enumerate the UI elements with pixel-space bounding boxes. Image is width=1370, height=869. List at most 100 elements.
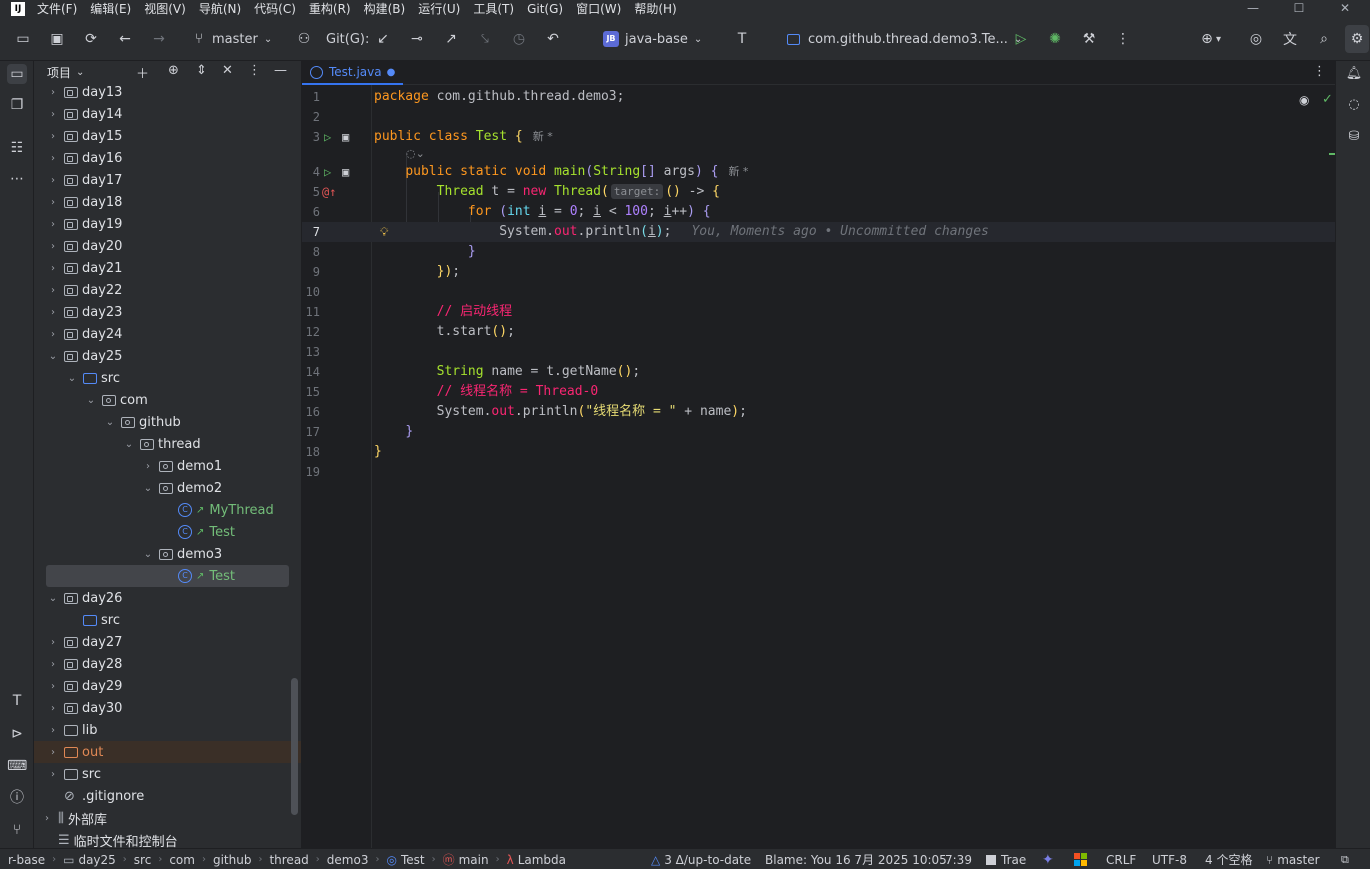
locate-icon[interactable]: ⊕ (168, 63, 179, 78)
menu-view[interactable]: 视图(V) (144, 0, 186, 17)
tree-item[interactable]: › src (34, 763, 289, 785)
chevron-right-icon[interactable]: › (46, 131, 60, 142)
stop-gutter-icon[interactable]: ▣ (342, 162, 349, 182)
code-line[interactable]: 13 (302, 342, 1336, 362)
chevron-down-icon[interactable]: ⌄ (84, 395, 98, 406)
code-line[interactable]: 15 // 线程名称 = Thread-0 (302, 382, 1336, 402)
more-tools-icon[interactable]: ⋯ (7, 169, 27, 189)
chevron-down-icon[interactable]: ⌄ (141, 549, 155, 560)
chevron-right-icon[interactable]: › (40, 813, 54, 824)
chevron-down-icon[interactable]: ⌄ (46, 593, 60, 604)
chevron-down-icon[interactable]: ⌄ (46, 351, 60, 362)
indent-setting[interactable]: 4 个空格 (1205, 851, 1252, 868)
tree-item[interactable]: ⌄ thread (34, 433, 289, 455)
chevron-right-icon[interactable]: › (46, 637, 60, 648)
tree-item[interactable]: C ↗ MyThread (34, 499, 289, 521)
code-line[interactable]: 4 public static void main(String[] args)… (302, 162, 1336, 182)
code-line[interactable]: 3 public class Test {新 * ▷ ▣ (302, 127, 1336, 147)
chevron-right-icon[interactable]: › (46, 769, 60, 780)
tree-item[interactable]: › day14 (34, 103, 289, 125)
ai-chat-icon[interactable]: ◌ (1344, 95, 1364, 115)
menu-file[interactable]: 文件(F) (37, 0, 77, 17)
notifications-icon[interactable]: 🔔︎ (1344, 64, 1364, 84)
menu-window[interactable]: 窗口(W) (576, 0, 621, 17)
run-icon[interactable]: ▷ (1012, 31, 1030, 47)
ai-inlay-icon[interactable]: ◌⌄ (406, 147, 425, 160)
maximize-icon[interactable]: ☐ (1292, 0, 1306, 17)
tree-item[interactable]: › day21 (34, 257, 289, 279)
file-encoding[interactable]: UTF-8 (1152, 853, 1187, 867)
code-line[interactable]: 16 System.out.println("线程名称 = " + name); (302, 402, 1336, 422)
code-line[interactable]: 12 t.start(); (302, 322, 1336, 342)
menu-edit[interactable]: 编辑(E) (90, 0, 131, 17)
tree-item[interactable]: › day19 (34, 213, 289, 235)
tree-item[interactable]: › day16 (34, 147, 289, 169)
line-separator[interactable]: CRLF (1106, 853, 1136, 867)
history-icon[interactable]: ◷ (510, 31, 528, 47)
git-branch-status[interactable]: ⑂ master (1266, 849, 1320, 869)
chevron-right-icon[interactable]: › (46, 87, 60, 98)
project-scrollbar[interactable] (291, 678, 298, 815)
services-tool-icon[interactable]: ⊳ (7, 724, 27, 744)
blame-info[interactable]: Blame: You 16 7月 2025 10:05 (765, 851, 947, 868)
build-icon[interactable]: ⚒ (1080, 31, 1098, 47)
tab-test-java[interactable]: Test.java ● (302, 61, 404, 85)
code-line[interactable]: 19 (302, 462, 1336, 482)
commit-tool-icon[interactable]: ❐ (7, 95, 27, 115)
breadcrumb-item[interactable]: demo3 (327, 853, 369, 867)
tree-item[interactable]: › day17 (34, 169, 289, 191)
chevron-down-icon[interactable]: ⌄ (122, 439, 136, 450)
sync-icon[interactable]: ⟳ (82, 31, 100, 47)
tree-item[interactable]: ⊘ .gitignore (34, 785, 289, 807)
override-gutter-icon[interactable]: @↑ (322, 182, 336, 202)
save-icon[interactable]: ▣ (48, 31, 66, 47)
tab-options-icon[interactable]: ⋮ (1313, 64, 1326, 79)
project-tool-icon[interactable]: ▭ (7, 64, 27, 84)
chevron-right-icon[interactable]: › (46, 219, 60, 230)
chevron-down-icon[interactable]: ⌄ (65, 373, 79, 384)
chevron-down-icon[interactable]: ⌄ (103, 417, 117, 428)
open-folder-icon[interactable]: ▭ (14, 31, 32, 47)
chevron-right-icon[interactable]: › (46, 285, 60, 296)
code-line[interactable]: 14 String name = t.getName(); (302, 362, 1336, 382)
breadcrumb-item[interactable]: src (134, 853, 152, 867)
chevron-right-icon[interactable]: › (46, 307, 60, 318)
lock-icon[interactable]: ⧉ (1341, 853, 1349, 867)
code-line[interactable]: 18} (302, 442, 1336, 462)
database-icon[interactable]: ⛁ (1344, 127, 1364, 147)
tree-item[interactable]: › out (34, 741, 301, 763)
windows-icon[interactable] (1074, 849, 1087, 869)
project-panel-title[interactable]: 项目 (47, 64, 71, 81)
new-code-author-mark[interactable]: 新 * (533, 130, 553, 143)
chevron-right-icon[interactable]: › (46, 175, 60, 186)
run-gutter-icon[interactable]: ▷ (324, 127, 331, 147)
chevron-right-icon[interactable]: › (46, 241, 60, 252)
vcs-status[interactable]: △ 3 Δ/up-to-date (651, 849, 751, 869)
code-line[interactable]: 7 System.out.println(i); You, Moments ago… (302, 222, 1336, 242)
menu-run[interactable]: 运行(U) (418, 0, 460, 17)
run-gutter-icon[interactable]: ▷ (324, 162, 331, 182)
more-icon[interactable]: ⋮ (1114, 31, 1132, 47)
hide-icon[interactable]: — (274, 63, 287, 78)
tree-item[interactable]: › day24 (34, 323, 289, 345)
breadcrumb-item[interactable]: github (213, 853, 251, 867)
breadcrumb-item[interactable]: main (459, 853, 489, 867)
menu-git[interactable]: Git(G) (527, 2, 563, 16)
collapse-all-icon[interactable]: ✕ (222, 63, 233, 78)
tree-item[interactable]: › day30 (34, 697, 289, 719)
tree-item[interactable]: › day28 (34, 653, 289, 675)
tree-item[interactable]: › day18 (34, 191, 289, 213)
chevron-right-icon[interactable]: › (46, 703, 60, 714)
code-line[interactable]: 6 for (int i = 0; i < 100; i++) { (302, 202, 1336, 222)
tree-item[interactable]: › ⫼ 外部库 (34, 807, 289, 829)
minimize-icon[interactable]: — (1246, 0, 1260, 17)
tree-item[interactable]: ☰ 临时文件和控制台 (34, 829, 289, 849)
breadcrumb-item[interactable]: Test (401, 853, 425, 867)
terminal-tool-icon[interactable]: ⌨ (7, 756, 27, 776)
menu-refactor[interactable]: 重构(R) (309, 0, 351, 17)
intention-bulb-icon[interactable]: 💡︎ (380, 222, 388, 242)
tree-item[interactable]: ⌄ demo2 (34, 477, 289, 499)
chevron-right-icon[interactable]: › (46, 681, 60, 692)
git-merge-icon[interactable]: ⤥ (476, 31, 494, 47)
settings-icon[interactable]: ⚙ (1348, 31, 1366, 47)
